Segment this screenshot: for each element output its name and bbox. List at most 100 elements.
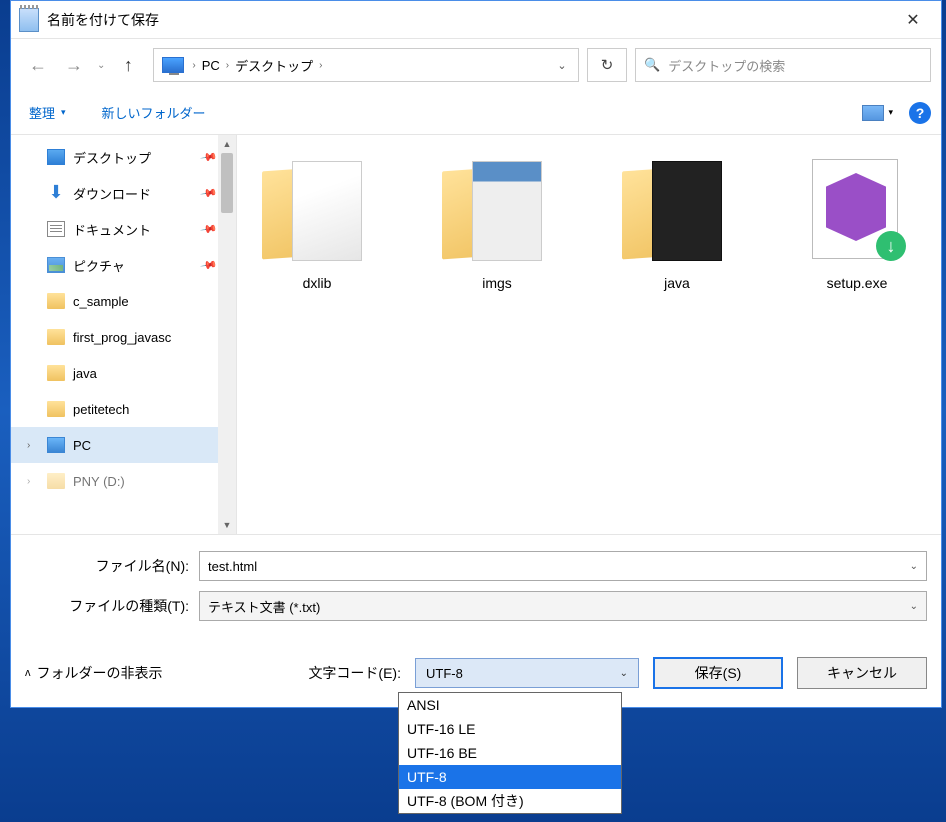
encoding-option-ansi[interactable]: ANSI [399,693,621,717]
file-item-dxlib[interactable]: dxlib [247,155,387,291]
forward-button[interactable]: → [57,48,91,82]
encoding-option-utf-8-bom-[interactable]: UTF-8 (BOM 付き) [399,789,621,813]
encoding-label: 文字コード(E): [308,663,401,683]
filetype-select[interactable]: テキスト文書 (*.txt) ⌄ [199,591,927,621]
notepad-icon [19,8,39,32]
sidebar-item-label: デスクトップ [73,148,151,167]
help-button[interactable]: ? [909,102,931,124]
file-item-java[interactable]: java [607,155,747,291]
scroll-up-icon[interactable]: ▲ [218,135,236,153]
chevron-down-icon: ⌄ [620,668,628,679]
form-area: ファイル名(N): test.html ⌄ ファイルの種類(T): テキスト文書… [11,534,941,707]
expand-icon[interactable]: › [27,476,30,487]
new-folder-button[interactable]: 新しいフォルダー [94,97,214,128]
search-placeholder: デスクトップの検索 [668,56,785,75]
chevron-right-icon: › [224,60,231,71]
sidebar-item-label: PNY (D:) [73,474,125,489]
exe-icon: ↓ [802,155,912,265]
sidebar-item-label: c_sample [73,294,129,309]
folder-icon [442,155,552,265]
sidebar-item--[interactable]: ⬇ ダウンロード 📌 [11,175,236,211]
expand-icon[interactable]: › [27,440,30,451]
pin-icon: 📌 [200,220,219,239]
close-button[interactable]: ✕ [889,2,937,38]
file-item-imgs[interactable]: imgs [427,155,567,291]
sidebar-item-label: first_prog_javasc [73,330,171,345]
history-dropdown[interactable]: ⌄ [97,60,105,71]
encoding-option-utf-8[interactable]: UTF-8 [399,765,621,789]
doc-icon [47,221,65,237]
back-button[interactable]: ← [21,48,55,82]
folder-icon [47,329,65,345]
cancel-button[interactable]: キャンセル [797,657,927,689]
file-label: imgs [482,275,512,291]
titlebar: 名前を付けて保存 ✕ [11,1,941,39]
chevron-down-icon[interactable]: ⌄ [910,601,918,612]
toolbar: 整理▾ 新しいフォルダー ▾ ? [11,91,941,135]
chevron-right-icon: › [317,60,324,71]
view-menu[interactable]: ▾ [862,105,893,121]
folder-icon [622,155,732,265]
sidebar-item-first-prog-javasc[interactable]: first_prog_javasc [11,319,236,355]
dialog-body: デスクトップ 📌 ⬇ ダウンロード 📌 ドキュメント 📌 ピクチャ 📌 c_samplefirst… [11,135,941,534]
save-as-dialog: 名前を付けて保存 ✕ ← → ⌄ ↑ › PC › デスクトップ › ⌄ ↻ 🔍… [10,0,942,708]
up-button[interactable]: ↑ [111,48,145,82]
pin-icon: 📌 [200,148,219,167]
file-label: setup.exe [827,275,888,291]
chevron-down-icon: ▾ [888,107,893,118]
hide-folders-toggle[interactable]: ʌ フォルダーの非表示 [25,663,163,683]
sidebar-item-pny-d-[interactable]: › PNY (D:) [11,463,236,499]
sidebar-item-label: ダウンロード [73,184,151,203]
sidebar-item--[interactable]: ピクチャ 📌 [11,247,236,283]
scroll-down-icon[interactable]: ▼ [218,516,236,534]
encoding-select[interactable]: UTF-8 ⌄ [415,658,639,688]
nav-bar: ← → ⌄ ↑ › PC › デスクトップ › ⌄ ↻ 🔍 デスクトップの検索 [11,39,941,91]
save-button[interactable]: 保存(S) [653,657,783,689]
sidebar-item-label: java [73,366,97,381]
sidebar-item-java[interactable]: java [11,355,236,391]
filename-input[interactable]: test.html ⌄ [199,551,927,581]
file-grid[interactable]: dxlib imgs java ↓ setup.exe [237,135,941,534]
refresh-button[interactable]: ↻ [587,48,627,82]
chevron-down-icon[interactable]: ⌄ [910,561,918,572]
sidebar-item--[interactable]: デスクトップ 📌 [11,139,236,175]
organize-menu[interactable]: 整理▾ [21,97,74,128]
pin-icon: 📌 [200,184,219,203]
pc-icon [47,437,65,453]
sidebar-item-petitetech[interactable]: petitetech [11,391,236,427]
sidebar-item-label: PC [73,438,91,453]
sidebar-list: デスクトップ 📌 ⬇ ダウンロード 📌 ドキュメント 📌 ピクチャ 📌 c_samplefirst… [11,135,236,503]
sidebar-item-label: ピクチャ [73,256,125,275]
sidebar-item--[interactable]: ドキュメント 📌 [11,211,236,247]
encoding-option-utf-16-be[interactable]: UTF-16 BE [399,741,621,765]
pin-icon: 📌 [200,256,219,275]
download-icon: ⬇ [47,185,65,201]
sidebar-item-label: petitetech [73,402,129,417]
window-title: 名前を付けて保存 [47,10,889,30]
caret-up-icon: ʌ [25,667,31,679]
file-label: java [664,275,690,291]
folder-icon [47,401,65,417]
file-item-setup-exe[interactable]: ↓ setup.exe [787,155,927,291]
chevron-right-icon: › [190,60,197,71]
sidebar-item-pc[interactable]: › PC [11,427,236,463]
download-badge-icon: ↓ [876,231,906,261]
crumb-pc[interactable]: PC [198,49,224,81]
sidebar-item-label: ドキュメント [73,220,151,239]
sidebar: デスクトップ 📌 ⬇ ダウンロード 📌 ドキュメント 📌 ピクチャ 📌 c_samplefirst… [11,135,237,534]
filetype-label: ファイルの種類(T): [25,596,199,616]
sidebar-scrollbar[interactable]: ▲ ▼ [218,135,236,534]
sidebar-item-c-sample[interactable]: c_sample [11,283,236,319]
encoding-dropdown-list: ANSIUTF-16 LEUTF-16 BEUTF-8UTF-8 (BOM 付き… [398,692,622,814]
folder-icon [262,155,372,265]
address-bar[interactable]: › PC › デスクトップ › ⌄ [153,48,579,82]
crumb-desktop[interactable]: デスクトップ [231,49,317,81]
scroll-thumb[interactable] [221,153,233,213]
filename-label: ファイル名(N): [25,556,199,576]
folder-icon [47,365,65,381]
search-input[interactable]: 🔍 デスクトップの検索 [635,48,931,82]
address-dropdown[interactable]: ⌄ [548,59,576,72]
encoding-option-utf-16-le[interactable]: UTF-16 LE [399,717,621,741]
pc-icon [162,57,184,73]
file-label: dxlib [303,275,332,291]
